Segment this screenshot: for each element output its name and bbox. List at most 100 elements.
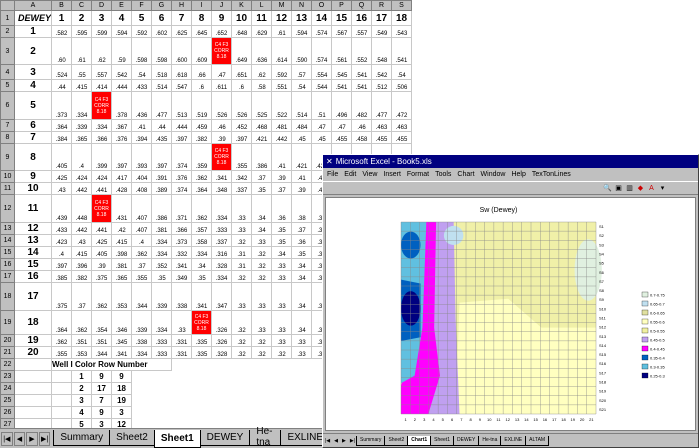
data-cell[interactable]: .334 [151, 234, 173, 247]
data-cell[interactable]: .522 [271, 91, 293, 120]
data-cell[interactable]: .355 [231, 143, 253, 171]
data-cell[interactable]: .444 [171, 119, 193, 132]
data-cell[interactable]: .34 [251, 222, 273, 235]
tab-nav-icon[interactable]: ◀ [332, 438, 340, 444]
data-cell[interactable]: .43 [51, 182, 73, 195]
data-cell[interactable]: .334 [211, 194, 233, 223]
well-row-number[interactable]: 5 [13, 91, 53, 120]
corr-cell[interactable]: C4 F3 CORR 8.18 [211, 143, 233, 171]
data-cell[interactable]: .421 [251, 131, 273, 144]
dropdown-icon[interactable]: ▾ [658, 184, 667, 193]
data-cell[interactable]: .463 [391, 119, 413, 132]
data-cell[interactable]: .37 [271, 182, 293, 195]
data-cell[interactable]: .648 [231, 25, 253, 38]
data-cell[interactable]: .396 [71, 258, 93, 271]
column-number-cell[interactable]: 3 [91, 10, 113, 26]
column-number-cell[interactable]: 5 [131, 10, 153, 26]
data-cell[interactable]: .408 [131, 182, 153, 195]
data-cell[interactable]: .357 [191, 222, 213, 235]
data-cell[interactable]: .316 [211, 246, 233, 259]
data-cell[interactable]: .60 [51, 37, 73, 65]
data-cell[interactable]: .545 [331, 64, 353, 80]
prev-sheet-icon[interactable]: ◀ [13, 431, 26, 446]
data-cell[interactable]: .574 [311, 37, 333, 65]
data-cell[interactable]: .526 [211, 91, 233, 120]
window-sheet-tab[interactable]: DEWEY [453, 435, 480, 446]
column-number-cell[interactable]: 1 [51, 10, 73, 26]
data-cell[interactable]: .547 [171, 79, 193, 92]
data-cell[interactable]: .362 [91, 282, 113, 311]
data-cell[interactable]: .342 [231, 170, 253, 183]
data-cell[interactable]: .33 [231, 282, 253, 311]
data-cell[interactable]: .55 [71, 64, 93, 80]
row-header[interactable]: 4 [0, 64, 15, 80]
data-cell[interactable]: .36 [271, 194, 293, 223]
data-cell[interactable]: .35 [271, 234, 293, 247]
corr-cell[interactable]: C4 F3 CORR 8.18 [191, 310, 213, 335]
data-cell[interactable]: .384 [51, 131, 73, 144]
data-cell[interactable]: .35 [151, 270, 173, 283]
data-cell[interactable]: .31 [231, 246, 253, 259]
empty-cell[interactable] [13, 406, 53, 419]
data-cell[interactable]: .337 [211, 234, 233, 247]
data-cell[interactable]: .34 [291, 270, 313, 283]
data-cell[interactable]: .33 [271, 310, 293, 335]
data-cell[interactable]: .334 [131, 346, 153, 359]
data-cell[interactable]: .397 [231, 131, 253, 144]
data-cell[interactable]: .424 [91, 170, 113, 183]
data-cell[interactable]: .362 [191, 170, 213, 183]
data-cell[interactable]: .518 [151, 64, 173, 80]
column-number-cell[interactable]: 14 [311, 10, 333, 26]
row-header[interactable]: 13 [0, 222, 15, 235]
well-table-cell[interactable]: 9 [91, 406, 113, 419]
row-header[interactable]: 2 [0, 25, 15, 38]
data-cell[interactable]: .326 [211, 334, 233, 347]
empty-cell[interactable] [13, 382, 53, 395]
well-table-cell[interactable]: 3 [111, 406, 133, 419]
data-cell[interactable]: .376 [111, 131, 133, 144]
column-header[interactable]: D [91, 0, 113, 11]
data-cell[interactable]: .37 [71, 282, 93, 311]
row-header[interactable]: 19 [0, 310, 15, 335]
data-cell[interactable]: .61 [71, 37, 93, 65]
menu-item[interactable]: File [327, 171, 338, 178]
data-cell[interactable]: .333 [151, 334, 173, 347]
data-cell[interactable]: .32 [231, 334, 253, 347]
data-cell[interactable]: .47 [331, 119, 353, 132]
column-number-cell[interactable]: 8 [191, 10, 213, 26]
data-cell[interactable]: .595 [71, 25, 93, 38]
data-cell[interactable]: .34 [291, 258, 313, 271]
data-cell[interactable]: .391 [151, 170, 173, 183]
column-header[interactable]: S [391, 0, 413, 11]
data-cell[interactable]: .4 [51, 246, 73, 259]
data-cell[interactable]: .366 [91, 131, 113, 144]
menu-item[interactable]: Window [481, 171, 506, 178]
column-header[interactable]: K [231, 0, 253, 11]
row-header[interactable]: 6 [0, 91, 15, 120]
row-header[interactable]: 26 [0, 406, 15, 419]
data-cell[interactable]: .599 [91, 25, 113, 38]
column-number-cell[interactable]: 4 [111, 10, 133, 26]
data-cell[interactable]: .477 [151, 91, 173, 120]
data-cell[interactable]: .435 [151, 131, 173, 144]
data-cell[interactable]: .557 [91, 64, 113, 80]
data-cell[interactable]: .423 [51, 234, 73, 247]
row-header[interactable]: 24 [0, 382, 15, 395]
data-cell[interactable]: .39 [91, 258, 113, 271]
row-header[interactable]: 23 [0, 370, 15, 383]
last-sheet-icon[interactable]: ▶| [38, 431, 51, 446]
data-cell[interactable]: .551 [271, 79, 293, 92]
fill-color-icon[interactable]: ◆ [636, 184, 645, 193]
row-header[interactable]: 20 [0, 334, 15, 347]
data-cell[interactable]: .326 [211, 310, 233, 335]
window-sheet-tab[interactable]: Chart1 [407, 435, 432, 446]
data-cell[interactable]: .46 [211, 119, 233, 132]
well-row-number[interactable]: 18 [13, 310, 53, 335]
data-cell[interactable]: .328 [211, 258, 233, 271]
menu-item[interactable]: TexTonLines [532, 171, 571, 178]
data-cell[interactable]: .397 [151, 143, 173, 171]
data-cell[interactable]: .47 [211, 64, 233, 80]
data-cell[interactable]: .32 [251, 258, 273, 271]
data-cell[interactable]: .625 [171, 25, 193, 38]
data-cell[interactable]: .38 [291, 194, 313, 223]
